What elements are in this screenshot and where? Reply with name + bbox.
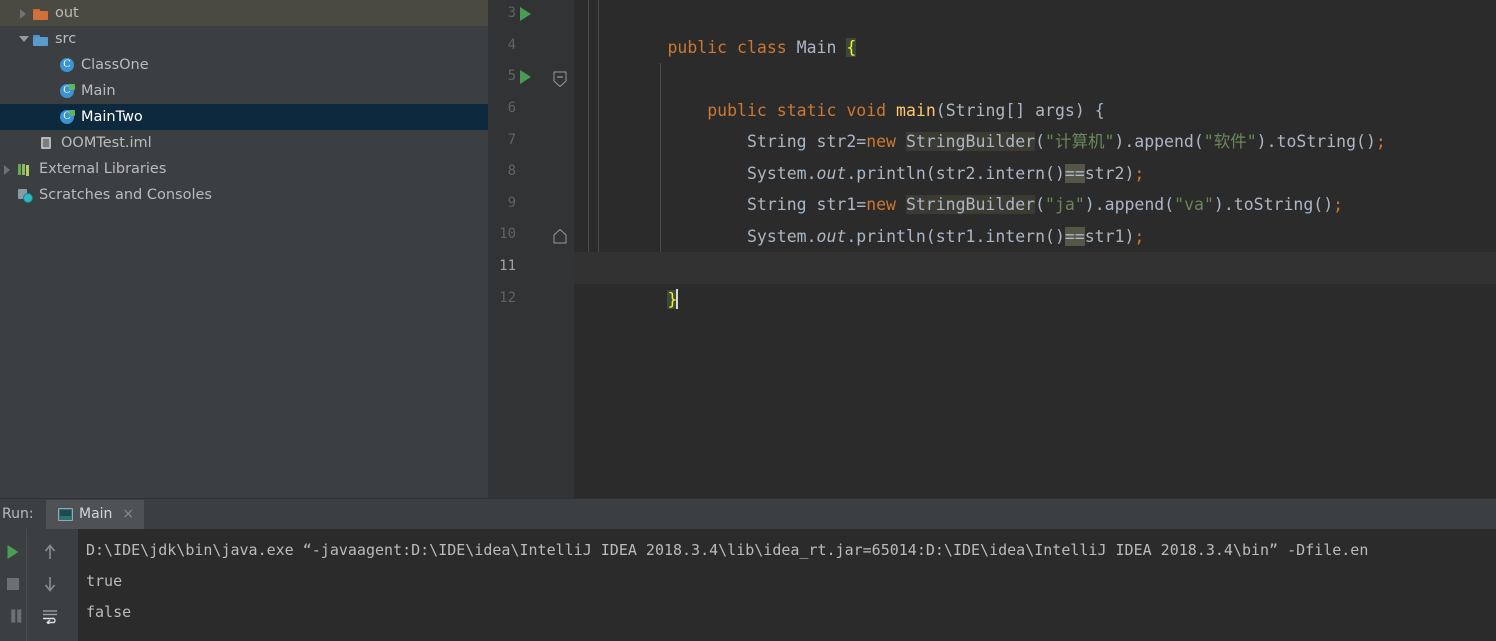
- run-panel-body: D:\IDE\jdk\bin\java.exe “-javaagent:D:\I…: [0, 529, 1496, 641]
- line-number: 6: [507, 100, 516, 116]
- scratches-icon: [16, 187, 34, 203]
- line-number: 9: [507, 195, 516, 211]
- line-number: 8: [507, 163, 516, 179]
- console-line: true: [86, 572, 123, 590]
- editor-gutter[interactable]: 3 4 5 6 7 8 9 10 11 12: [488, 0, 574, 498]
- run-toolbar-secondary[interactable]: [26, 529, 78, 641]
- run-tab-bar[interactable]: Run: Main ×: [0, 499, 1496, 529]
- arrow-down-icon: [42, 575, 58, 593]
- run-tool-window[interactable]: Run: Main × D:\IDE\jdk\bin\java.exe “-ja…: [0, 498, 1496, 641]
- tree-item-maintwo[interactable]: C MainTwo: [0, 104, 488, 130]
- run-gutter-icon[interactable]: [520, 70, 531, 84]
- tree-item-label: OOMTest.iml: [61, 135, 152, 151]
- stop-button[interactable]: [0, 569, 26, 599]
- tree-item-label: Scratches and Consoles: [39, 187, 212, 203]
- fold-region-collapse-icon[interactable]: [552, 71, 567, 88]
- arrow-up-icon: [42, 543, 58, 561]
- code-line-6[interactable]: String str2=new StringBuilder("计算机").app…: [574, 95, 1496, 151]
- libraries-icon: [16, 161, 34, 177]
- line-number: 3: [507, 5, 516, 21]
- tree-item-oomtest-iml[interactable]: OOMTest.iml: [0, 130, 488, 156]
- code-line-12[interactable]: [574, 284, 1496, 316]
- close-icon[interactable]: ×: [122, 506, 134, 522]
- pause-icon: [11, 610, 15, 623]
- chevron-right-icon[interactable]: [16, 5, 32, 21]
- fold-region-end-icon[interactable]: [552, 229, 567, 244]
- code-line-11[interactable]: }: [574, 252, 1496, 309]
- run-toolbar-primary[interactable]: [0, 529, 26, 641]
- tree-item-label: MainTwo: [81, 109, 143, 125]
- folder-blue-icon: [32, 31, 50, 47]
- line-number: 10: [499, 226, 516, 242]
- run-tab-main[interactable]: Main ×: [46, 499, 145, 529]
- console-line: false: [86, 603, 132, 621]
- java-class-icon: C: [58, 57, 76, 73]
- pause-button[interactable]: [0, 601, 26, 631]
- chevron-right-icon[interactable]: [0, 161, 16, 177]
- run-tab-label: Main: [79, 506, 113, 522]
- code-line-8[interactable]: String str1=new StringBuilder("ja").appe…: [574, 158, 1496, 214]
- tree-item-main[interactable]: C Main: [0, 78, 488, 104]
- tree-item-label: src: [55, 31, 77, 47]
- tree-item-external-libraries[interactable]: External Libraries: [0, 156, 488, 182]
- tree-item-label: Main: [81, 83, 116, 99]
- gutter-border: [572, 0, 573, 498]
- chevron-down-icon[interactable]: [16, 31, 32, 47]
- code-line-3[interactable]: public class Main {: [574, 0, 1496, 57]
- project-tool-window[interactable]: out src C ClassOne C Main C MainTwo OOMT…: [0, 0, 488, 498]
- line-number: 12: [499, 290, 516, 306]
- run-icon: [8, 545, 19, 559]
- tree-item-classone[interactable]: C ClassOne: [0, 52, 488, 78]
- code-line-5[interactable]: public static void main(String[] args) {: [574, 63, 1496, 120]
- code-line-7[interactable]: System.out.println(str2.intern()==str2);: [574, 126, 1496, 183]
- line-number: 7: [507, 132, 516, 148]
- soft-wrap-button[interactable]: [37, 601, 63, 631]
- soft-wrap-icon: [41, 608, 59, 624]
- java-class-runnable-icon: C: [58, 109, 76, 125]
- console-window-icon: [58, 507, 73, 521]
- line-number: 11: [499, 258, 516, 274]
- code-text-area[interactable]: public class Main { public static void m…: [574, 0, 1496, 498]
- console-line: D:\IDE\jdk\bin\java.exe “-javaagent:D:\I…: [86, 541, 1369, 559]
- code-editor[interactable]: 3 4 5 6 7 8 9 10 11 12 public class Main…: [488, 0, 1496, 498]
- java-class-runnable-icon: C: [58, 83, 76, 99]
- tree-item-label: ClassOne: [81, 57, 149, 73]
- tree-item-out[interactable]: out: [0, 0, 488, 26]
- code-line-4[interactable]: [574, 32, 1496, 64]
- console-output[interactable]: D:\IDE\jdk\bin\java.exe “-javaagent:D:\I…: [78, 529, 1496, 641]
- code-line-10[interactable]: }: [574, 221, 1496, 277]
- tree-item-src[interactable]: src: [0, 26, 488, 52]
- rerun-button[interactable]: [0, 537, 26, 567]
- tree-item-scratches-and-consoles[interactable]: Scratches and Consoles: [0, 182, 488, 208]
- code-line-9[interactable]: System.out.println(str1.intern()==str1);: [574, 189, 1496, 246]
- run-gutter-icon[interactable]: [520, 7, 531, 21]
- tree-item-label: out: [55, 5, 79, 21]
- tree-item-label: External Libraries: [39, 161, 167, 177]
- stop-icon: [7, 578, 19, 590]
- scroll-down-button[interactable]: [37, 569, 63, 599]
- intellij-window: out src C ClassOne C Main C MainTwo OOMT…: [0, 0, 1496, 641]
- scroll-up-button[interactable]: [37, 537, 63, 567]
- line-number: 4: [507, 37, 516, 53]
- line-number: 5: [507, 68, 516, 84]
- folder-orange-icon: [32, 5, 50, 21]
- run-window-label: Run:: [2, 506, 34, 522]
- module-iml-icon: [38, 135, 56, 151]
